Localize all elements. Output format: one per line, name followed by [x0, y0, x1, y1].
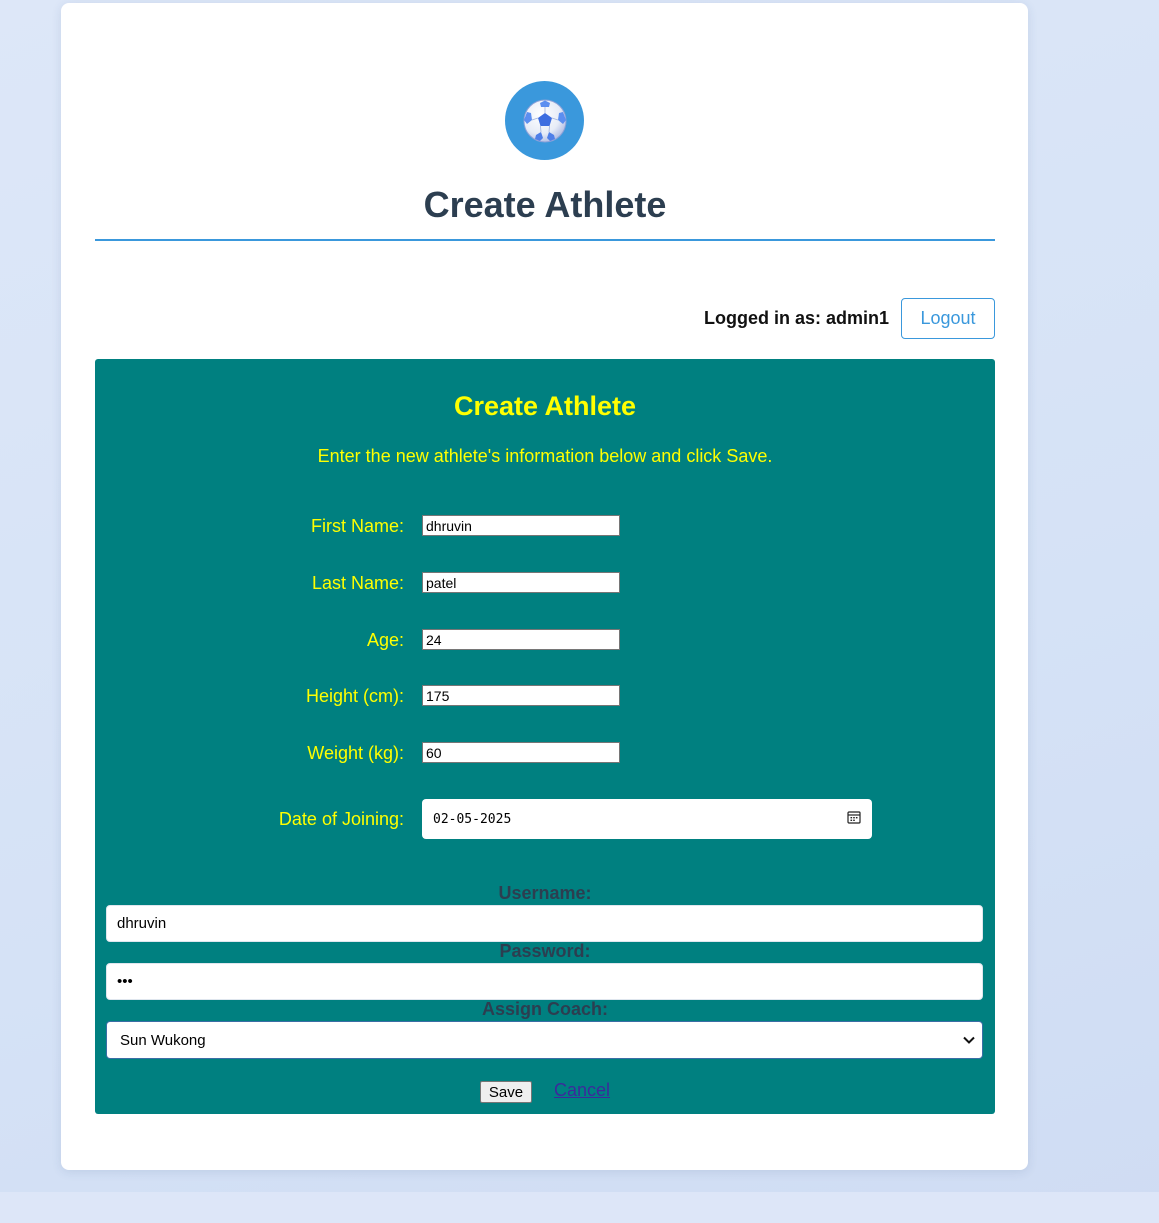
assign-coach-selected: Sun Wukong — [120, 1031, 206, 1049]
weight-input[interactable] — [422, 742, 620, 763]
username-label: Username: — [498, 883, 592, 903]
soccer-ball-icon — [505, 81, 584, 160]
cancel-link[interactable]: Cancel — [554, 1080, 610, 1101]
height-row: Height (cm): — [95, 684, 995, 708]
weight-label: Weight (kg): — [307, 743, 404, 763]
password-input[interactable]: ••• — [106, 963, 983, 1000]
height-input[interactable] — [422, 685, 620, 706]
age-input[interactable] — [422, 629, 620, 650]
last-name-label: Last Name: — [311, 573, 404, 593]
main-card: Create Athlete Logged in as: admin1 Logo… — [61, 3, 1028, 1170]
height-label: Height (cm): — [305, 686, 404, 706]
save-button[interactable]: Save — [479, 1081, 532, 1103]
weight-row: Weight (kg): — [95, 741, 995, 765]
page-title: Create Athlete — [423, 184, 667, 225]
logged-in-label: Logged in as: admin1 — [703, 307, 889, 328]
age-label: Age: — [366, 630, 404, 650]
create-athlete-form: Create Athlete Enter the new athlete's i… — [95, 359, 995, 1114]
chevron-down-icon — [962, 1032, 976, 1049]
date-of-joining-label: Date of Joining: — [278, 809, 404, 829]
last-name-row: Last Name: — [95, 571, 995, 595]
username-input[interactable]: dhruvin — [106, 905, 983, 942]
form-title: Create Athlete — [453, 391, 637, 421]
first-name-row: First Name: — [95, 514, 995, 538]
assign-coach-select[interactable]: Sun Wukong — [106, 1021, 983, 1059]
assign-coach-label: Assign Coach: — [481, 999, 609, 1019]
password-label: Password: — [499, 941, 591, 961]
date-of-joining-input[interactable]: 02-05-2025 — [422, 799, 872, 839]
logout-button[interactable]: Logout — [901, 297, 995, 339]
page-bottom-band — [0, 1192, 1159, 1223]
age-row: Age: — [95, 628, 995, 652]
user-bar: Logged in as: admin1 Logout — [95, 296, 995, 340]
first-name-label: First Name: — [310, 516, 404, 536]
date-of-joining-row: Date of Joining: 02-05-2025 — [95, 799, 995, 839]
calendar-icon[interactable] — [847, 810, 861, 829]
first-name-input[interactable] — [422, 515, 620, 536]
last-name-input[interactable] — [422, 572, 620, 593]
form-actions: Save Cancel — [95, 1080, 995, 1103]
title-divider — [95, 239, 995, 241]
date-of-joining-value: 02-05-2025 — [433, 811, 512, 827]
form-intro-text: Enter the new athlete's information belo… — [317, 446, 773, 466]
